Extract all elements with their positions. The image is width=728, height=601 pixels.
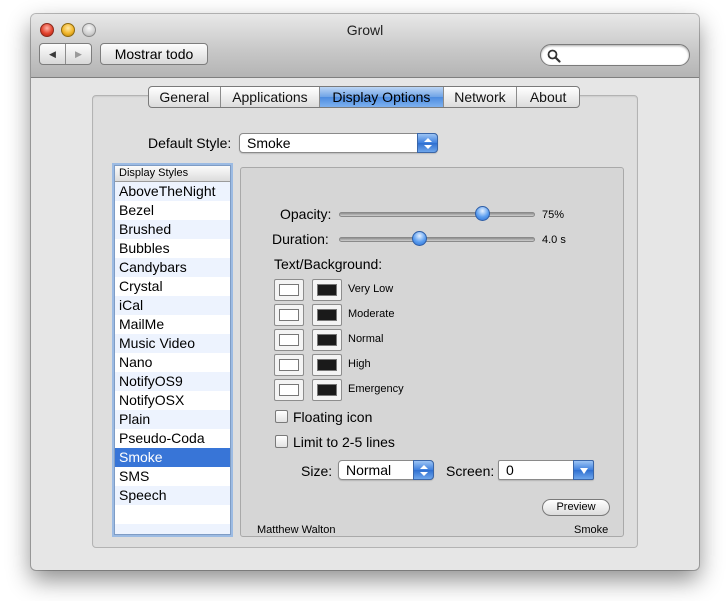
show-all-button[interactable]: Mostrar todo	[100, 43, 208, 65]
tab-applications[interactable]: Applications	[221, 87, 321, 107]
default-style-value: Smoke	[247, 135, 291, 151]
style-list-item[interactable]: NotifyOSX	[115, 391, 230, 410]
screen-combobox[interactable]: 0	[498, 460, 594, 480]
style-list-item[interactable]: MailMe	[115, 315, 230, 334]
text-color-well-high[interactable]	[274, 354, 304, 376]
background-color-well-high[interactable]	[312, 354, 342, 376]
size-popup[interactable]: Normal	[338, 460, 434, 480]
screen-value: 0	[506, 462, 514, 478]
back-forward-control: ◀ ▶	[39, 43, 92, 65]
text-color-swatch	[279, 359, 299, 371]
style-list-item[interactable]: Smoke	[115, 448, 230, 467]
floating-icon-label[interactable]: Floating icon	[293, 409, 372, 425]
text-color-well-moderate[interactable]	[274, 304, 304, 326]
background-color-swatch	[317, 309, 337, 321]
text-color-well-emergency[interactable]	[274, 379, 304, 401]
style-list-item[interactable]: Plain	[115, 410, 230, 429]
style-list-item[interactable]: Nano	[115, 353, 230, 372]
back-arrow-icon: ◀	[49, 48, 56, 59]
opacity-slider-knob[interactable]	[474, 206, 490, 221]
tab-general[interactable]: General	[149, 87, 221, 107]
background-color-well-emergency[interactable]	[312, 379, 342, 401]
style-list-item[interactable]: Music Video	[115, 334, 230, 353]
background-color-swatch	[317, 384, 337, 396]
background-color-well-moderate[interactable]	[312, 304, 342, 326]
priority-label-high: High	[348, 358, 371, 370]
screen-label: Screen:	[446, 463, 495, 479]
style-list-item[interactable]: Candybars	[115, 258, 230, 277]
opacity-label: Opacity:	[280, 206, 332, 222]
style-list-item[interactable]: Bubbles	[115, 239, 230, 258]
text-color-well-very-low[interactable]	[274, 279, 304, 301]
search-field[interactable]	[540, 44, 690, 66]
text-color-swatch	[279, 309, 299, 321]
style-name: Smoke	[574, 524, 609, 536]
tab-network[interactable]: Network	[444, 87, 518, 107]
tab-about[interactable]: About	[517, 87, 579, 107]
tab-display-options[interactable]: Display Options	[320, 87, 444, 107]
search-icon	[547, 49, 561, 63]
text-background-label: Text/Background:	[274, 256, 383, 272]
style-list-item[interactable]: Brushed	[115, 220, 230, 239]
tab-bar: General Applications Display Options Net…	[148, 86, 580, 108]
display-styles-header[interactable]: Display Styles	[115, 166, 230, 182]
window-title: Growl	[346, 22, 384, 38]
back-button[interactable]: ◀	[40, 44, 66, 64]
text-color-swatch	[279, 384, 299, 396]
style-list-item[interactable]: Bezel	[115, 201, 230, 220]
duration-value: 4.0 s	[542, 234, 566, 246]
style-list-item[interactable]: Speech	[115, 486, 230, 505]
priority-label-very-low: Very Low	[348, 283, 394, 295]
background-color-swatch	[317, 359, 337, 371]
duration-slider[interactable]	[339, 237, 535, 242]
forward-arrow-icon: ▶	[75, 48, 82, 59]
duration-label: Duration:	[272, 231, 329, 247]
text-color-swatch	[279, 334, 299, 346]
priority-label-normal: Normal	[348, 333, 384, 345]
default-style-label: Default Style:	[148, 135, 232, 151]
empty-list-row	[115, 505, 230, 524]
style-list-item[interactable]: Crystal	[115, 277, 230, 296]
style-settings-box: Opacity: 75% Duration: 4.0 s Text/Backgr…	[240, 167, 624, 537]
background-color-well-very-low[interactable]	[312, 279, 342, 301]
background-color-swatch	[317, 284, 337, 296]
style-list-item[interactable]: Pseudo-Coda	[115, 429, 230, 448]
search-input[interactable]	[563, 47, 681, 63]
size-value: Normal	[346, 462, 392, 478]
style-list-item[interactable]: NotifyOS9	[115, 372, 230, 391]
priority-label-moderate: Moderate	[348, 308, 395, 320]
preview-button[interactable]: Preview	[542, 499, 610, 516]
empty-list-row	[115, 524, 230, 534]
background-color-swatch	[317, 334, 337, 346]
opacity-slider[interactable]	[339, 212, 535, 217]
style-list-item[interactable]: AboveTheNight	[115, 182, 230, 201]
chevron-down-icon	[580, 468, 588, 474]
limit-lines-label[interactable]: Limit to 2-5 lines	[293, 434, 395, 450]
text-color-well-normal[interactable]	[274, 329, 304, 351]
style-author: Matthew Walton	[257, 524, 336, 536]
text-color-swatch	[279, 284, 299, 296]
popup-arrows-icon	[424, 138, 432, 149]
size-label: Size:	[301, 463, 333, 479]
display-styles-list[interactable]: Display Styles AboveTheNight Bezel Brushed…	[114, 165, 231, 535]
priority-label-emergency: Emergency	[348, 383, 404, 395]
opacity-value: 75%	[542, 209, 565, 221]
duration-slider-knob[interactable]	[411, 231, 427, 246]
forward-button[interactable]: ▶	[66, 44, 91, 64]
title-bar: Growl ◀ ▶ Mostrar todo	[31, 14, 699, 78]
default-style-popup[interactable]: Smoke	[239, 133, 438, 153]
floating-icon-checkbox[interactable]	[275, 410, 288, 423]
preferences-window: Growl ◀ ▶ Mostrar todo General Applicati…	[31, 14, 699, 570]
style-list-item[interactable]: SMS	[115, 467, 230, 486]
background-color-well-normal[interactable]	[312, 329, 342, 351]
limit-lines-checkbox[interactable]	[275, 435, 288, 448]
popup-arrows-icon	[420, 465, 428, 476]
style-list-item[interactable]: iCal	[115, 296, 230, 315]
